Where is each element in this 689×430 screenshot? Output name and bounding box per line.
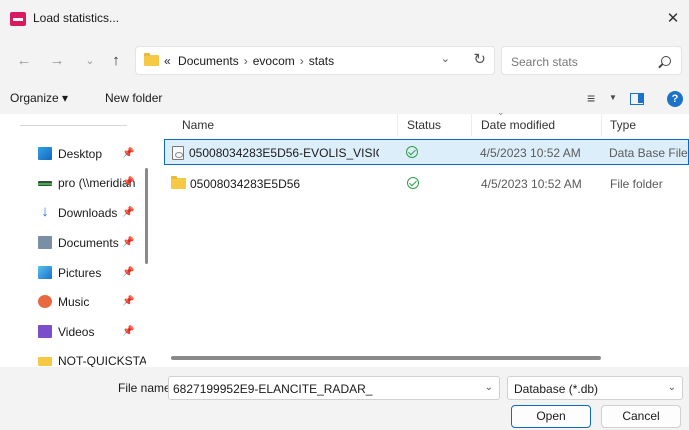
organize-button[interactable]: Organize ▾ [10, 91, 68, 105]
search-icon[interactable] [661, 56, 671, 66]
scrollbar-thumb[interactable] [145, 168, 148, 264]
forward-button[interactable]: → [47, 51, 67, 71]
file-name: 05008034283E5D56 [190, 177, 301, 191]
sidebar-item-pictures[interactable]: Pictures 📌 [38, 262, 146, 284]
chevron-down-icon[interactable]: ▼ [609, 93, 617, 102]
recent-locations-button[interactable]: ⌄ [80, 51, 100, 71]
column-header-status[interactable]: Status [407, 114, 441, 136]
column-divider[interactable] [397, 114, 398, 136]
pin-icon: 📌 [122, 207, 135, 218]
sidebar-item-videos[interactable]: Videos 📌 [38, 321, 146, 343]
file-list: Name Status Date modified ⌄ Type 0500803… [151, 107, 689, 367]
breadcrumb: « Documents › evocom › stats [164, 54, 334, 68]
pin-icon: 📌 [122, 267, 135, 278]
folder-icon [171, 176, 186, 189]
pin-icon: 📌 [122, 296, 135, 307]
sidebar-item-downloads[interactable]: ↓ Downloads 📌 [38, 202, 146, 224]
command-bar: Organize ▾ New folder ≡ ▼ ? [0, 84, 689, 114]
divider [20, 125, 127, 126]
file-name-label: File name: [118, 381, 175, 395]
sidebar-scrollbar[interactable] [145, 116, 148, 361]
sync-status-icon [407, 177, 419, 189]
file-type: File folder [610, 177, 663, 191]
network-drive-icon [38, 181, 52, 186]
sidebar-item-desktop[interactable]: Desktop 📌 [38, 143, 146, 165]
desktop-icon [38, 147, 52, 160]
pictures-icon [38, 266, 52, 279]
column-header-type[interactable]: Type [610, 114, 636, 136]
dialog-footer: File name: 6827199952E9-ELANCITE_RADAR_ … [0, 367, 689, 430]
view-options-icon[interactable]: ≡ [587, 90, 595, 106]
documents-icon [38, 236, 52, 249]
breadcrumb-separator: › [299, 54, 304, 68]
horizontal-scrollbar[interactable] [171, 356, 601, 360]
app-icon [10, 12, 26, 26]
folder-icon [144, 53, 159, 66]
file-type: Data Base File [609, 146, 688, 160]
window-title: Load statistics... [33, 11, 120, 25]
column-divider[interactable] [601, 114, 602, 136]
file-name-value[interactable]: 6827199952E9-ELANCITE_RADAR_ [173, 382, 372, 396]
music-icon [38, 295, 52, 308]
videos-icon [38, 325, 52, 338]
sort-indicator-icon: ⌄ [497, 107, 505, 117]
new-folder-button[interactable]: New folder [105, 91, 162, 105]
search-input[interactable]: Search stats [511, 55, 578, 69]
sidebar-item-label: Desktop [58, 147, 103, 161]
navigation-pane: Desktop 📌 pro (\\meridian 📌 ↓ Downloads … [0, 114, 150, 368]
sync-status-icon [406, 146, 418, 158]
up-button[interactable]: ↑ [106, 51, 126, 71]
sidebar-item-network-drive[interactable]: pro (\\meridian 📌 [38, 172, 146, 194]
sidebar-item-label: Pictures [58, 266, 102, 280]
breadcrumb-item-evocom[interactable]: evocom [253, 54, 295, 68]
address-bar[interactable]: « Documents › evocom › stats ⌄ ↻ [135, 46, 495, 75]
help-icon[interactable]: ? [667, 91, 683, 107]
breadcrumb-item-stats[interactable]: stats [309, 54, 334, 68]
navigation-bar: ← → ⌄ ↑ « Documents › evocom › stats ⌄ ↻ Sea… [0, 38, 689, 84]
file-date: 4/5/2023 10:52 AM [480, 146, 581, 160]
title-bar: Load statistics... ✕ [0, 0, 689, 38]
sidebar-item-label: Documents [58, 236, 119, 250]
back-button[interactable]: ← [14, 51, 34, 71]
pin-icon: 📌 [122, 177, 135, 188]
table-row[interactable]: 05008034283E5D56 4/5/2023 10:52 AM File … [164, 171, 689, 197]
table-row[interactable]: 05008034283E5D56-EVOLIS_VISION_ 4/5/2023… [164, 139, 689, 165]
breadcrumb-item-documents[interactable]: Documents [178, 54, 239, 68]
breadcrumb-overflow[interactable]: « [164, 54, 171, 68]
column-divider[interactable] [471, 114, 472, 136]
sidebar-item-label: Videos [58, 325, 95, 339]
sidebar-item-label: Downloads [58, 206, 118, 220]
chevron-down-icon[interactable]: ⌄ [668, 382, 676, 393]
file-type-select[interactable]: Database (*.db) ⌄ [507, 376, 683, 400]
search-box[interactable]: Search stats [501, 46, 682, 75]
file-name-field[interactable]: 6827199952E9-ELANCITE_RADAR_ ⌄ [168, 376, 500, 400]
pin-icon: 📌 [122, 237, 135, 248]
cancel-button[interactable]: Cancel [601, 405, 681, 428]
downloads-icon: ↓ [41, 203, 49, 220]
refresh-icon[interactable]: ↻ [473, 50, 486, 68]
open-button[interactable]: Open [511, 405, 591, 428]
close-button[interactable]: ✕ [663, 9, 683, 29]
pin-icon: 📌 [122, 326, 135, 337]
file-date: 4/5/2023 10:52 AM [481, 177, 582, 191]
file-name: 05008034283E5D56-EVOLIS_VISION_ [189, 146, 379, 160]
chevron-down-icon[interactable]: ⌄ [485, 382, 493, 393]
sidebar-item-documents[interactable]: Documents 📌 [38, 232, 146, 254]
column-header-date-modified[interactable]: Date modified [481, 114, 555, 136]
database-file-icon [172, 146, 184, 160]
sidebar-item-label: Music [58, 295, 90, 309]
sidebar-item-music[interactable]: Music 📌 [38, 291, 146, 313]
file-type-value: Database (*.db) [514, 382, 599, 396]
preview-pane-icon[interactable] [630, 93, 644, 105]
folder-icon [38, 357, 52, 366]
breadcrumb-separator: › [243, 54, 248, 68]
pin-icon: 📌 [122, 148, 135, 159]
column-header-name[interactable]: Name [182, 114, 214, 136]
chevron-down-icon[interactable]: ⌄ [441, 52, 450, 65]
